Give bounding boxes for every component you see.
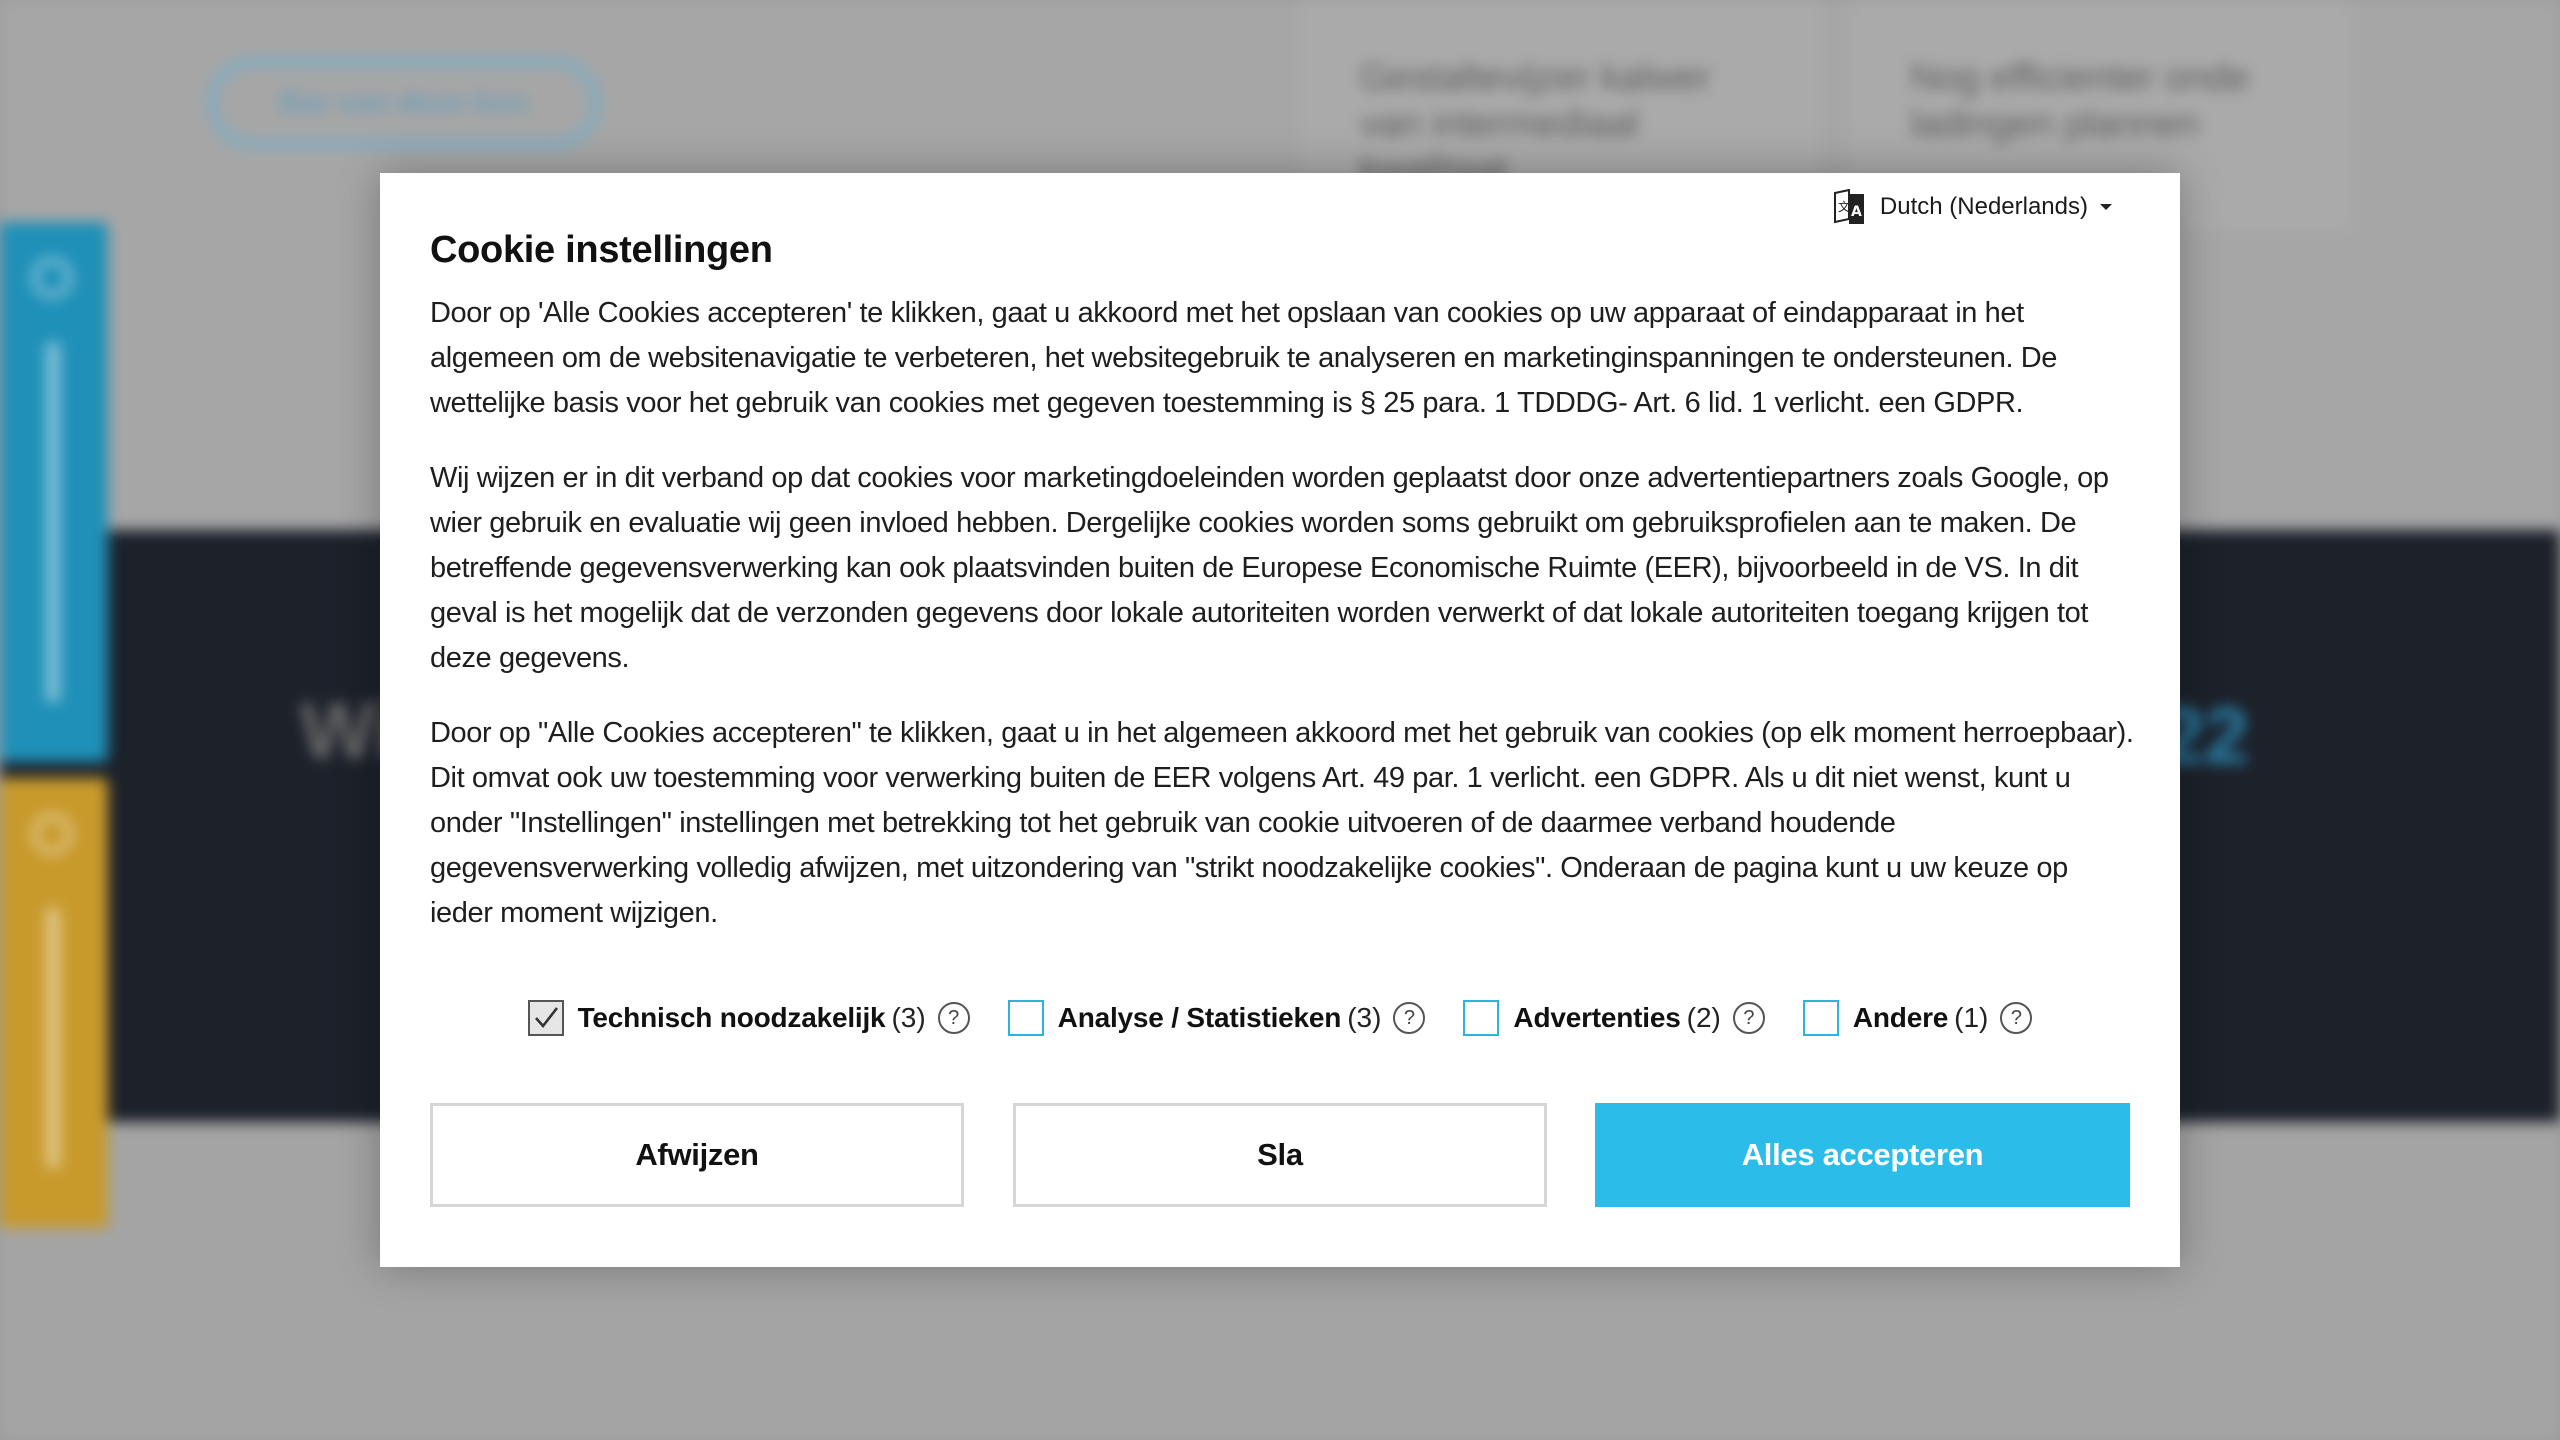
side-tab-icon [32,814,72,854]
category-analytics: Analyse / Statistieken (3) ? [1007,1000,1426,1036]
svg-text:文: 文 [1838,199,1850,214]
category-count: (2) [1686,1002,1721,1033]
side-tab-icon [32,258,72,298]
language-label: Dutch (Nederlands) [1879,193,2088,220]
save-button[interactable]: Sla [1013,1103,1547,1207]
consent-paragraph: Door op 'Alle Cookies accepteren' te kli… [430,297,2058,419]
category-technical: Technisch noodzakelijk (3) ? [527,1000,970,1036]
help-icon[interactable]: ? [1732,1002,1765,1034]
checkbox-technical[interactable] [527,1000,564,1036]
side-tab-label [46,342,60,702]
checkbox-analytics[interactable] [1007,1000,1044,1036]
help-icon[interactable]: ? [937,1002,970,1034]
side-tab-label [46,908,60,1168]
category-name: Technisch noodzakelijk [577,1002,886,1033]
side-tab-yellow [0,778,108,1228]
accept-all-button[interactable]: Alles accepteren [1595,1103,2130,1207]
cookie-categories: Technisch noodzakelijk (3) ? Analyse / S… [380,993,2180,1043]
category-other: Andere (1) ? [1802,1000,2033,1036]
translate-icon: 文 A [1833,189,1864,224]
category-count: (1) [1954,1002,1989,1033]
category-count: (3) [1347,1002,1382,1033]
category-advertising: Advertenties (2) ? [1463,1000,1765,1036]
svg-text:A: A [1851,204,1862,220]
checkmark-icon [534,1007,558,1029]
category-name: Advertenties [1513,1002,1681,1033]
reject-button[interactable]: Afwijzen [430,1103,964,1207]
checkbox-other[interactable] [1802,1000,1839,1036]
consent-paragraph: Wij wijzen er in dit verband op dat cook… [430,462,2109,674]
side-tab-blue [0,222,108,762]
consent-paragraph: Door op "Alle Cookies accepteren" te kli… [430,717,2134,929]
background-pill-button: Bar van deze bon [208,58,600,148]
checkbox-advertising[interactable] [1463,1000,1500,1036]
dialog-body: Door op 'Alle Cookies accepteren' te kli… [430,291,2136,966]
category-name: Analyse / Statistieken [1057,1002,1342,1033]
cookie-settings-dialog: 文 A Dutch (Nederlands) Cookie instelling… [380,173,2180,1267]
caret-down-icon [2100,204,2112,210]
help-icon[interactable]: ? [1393,1002,1426,1034]
language-selector[interactable]: 文 A Dutch (Nederlands) [1832,187,2112,227]
background-card-text: Nog efficienter onde ladingen plannen [1910,57,2250,145]
category-count: (3) [891,1002,926,1033]
help-icon[interactable]: ? [2000,1002,2033,1034]
category-name: Andere [1852,1002,1949,1033]
dialog-title: Cookie instellingen [430,229,773,271]
